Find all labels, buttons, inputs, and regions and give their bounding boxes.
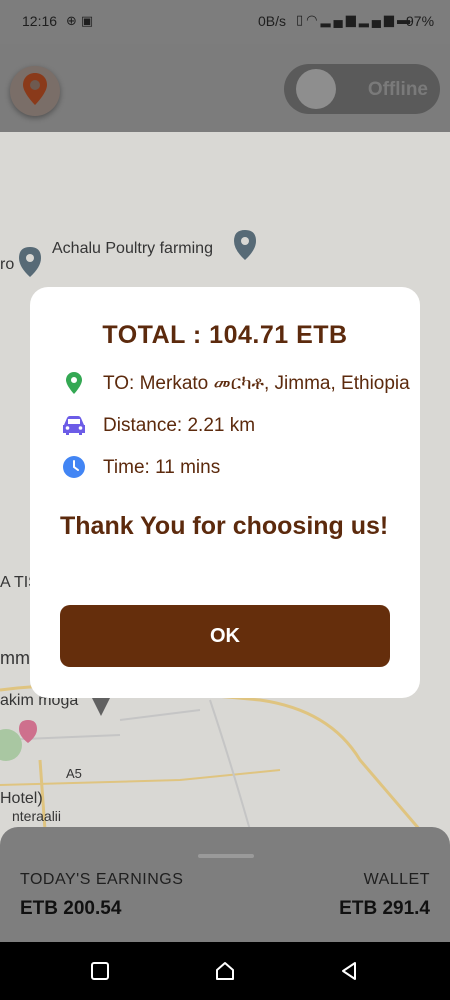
toggle-knob[interactable]: [296, 69, 336, 109]
top-header: Offline: [0, 44, 450, 132]
vibrate-icon: ▯: [296, 12, 307, 27]
notification-icons: ⊕▣: [66, 13, 97, 29]
network-speed: 0B/s: [258, 13, 287, 29]
earnings-label: TODAY'S EARNINGS: [20, 871, 184, 888]
signal-icon: ▂▄▆: [358, 12, 397, 27]
plus-circle-icon: ⊕: [66, 13, 81, 28]
gallery-icon: ▣: [80, 13, 98, 28]
clock-icon: [63, 456, 85, 478]
trip-summary-dialog: TOTAL : 104.71 ETB TO: Merkato መርካቶ, Jim…: [30, 287, 420, 698]
ok-button[interactable]: OK: [60, 605, 390, 667]
battery-percent: 97%: [406, 13, 435, 29]
drag-handle[interactable]: [198, 854, 254, 858]
destination-text: TO: Merkato መርካቶ, Jimma, Ethiopia: [103, 373, 410, 394]
system-nav-bar: [0, 942, 450, 1000]
app-logo[interactable]: [10, 66, 60, 116]
location-pin-icon: [66, 372, 82, 394]
distance-text: Distance: 2.21 km: [103, 415, 256, 436]
time-text: Time: 11 mins: [103, 457, 221, 478]
back-icon[interactable]: [338, 960, 360, 982]
signal-icon: ▂▄▆: [320, 12, 359, 27]
earnings-card[interactable]: TODAY'S EARNINGS ETB 200.54 WALLET ETB 2…: [0, 827, 450, 942]
status-bar: 12:16 ⊕▣ 0B/s ▯◠▂▄▆▂▄▆▬ 97%: [0, 0, 450, 44]
system-icons: ▯◠▂▄▆▂▄▆▬: [296, 12, 413, 28]
recent-apps-icon[interactable]: [89, 960, 111, 982]
status-time: 12:16: [22, 13, 58, 29]
online-toggle[interactable]: Offline: [284, 64, 440, 114]
location-pin-icon: [23, 73, 47, 105]
wallet-value: ETB 291.4: [339, 898, 430, 919]
home-icon[interactable]: [214, 960, 236, 982]
wifi-icon: ◠: [306, 12, 321, 27]
toggle-label: Offline: [367, 79, 428, 100]
fare-total: TOTAL : 104.71 ETB: [102, 321, 348, 349]
earnings-value: ETB 200.54: [20, 898, 122, 919]
car-icon: [63, 416, 85, 435]
wallet-label: WALLET: [363, 871, 430, 888]
thank-you-message: Thank You for choosing us!: [60, 512, 389, 540]
